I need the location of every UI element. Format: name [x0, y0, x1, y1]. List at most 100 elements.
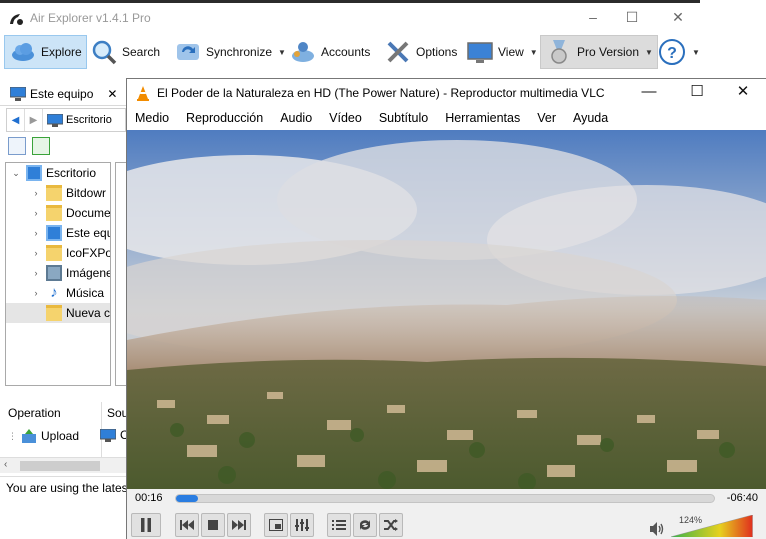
loop-button[interactable]: [353, 513, 377, 537]
close-button[interactable]: ✕: [734, 83, 752, 101]
vlc-cone-icon: [137, 86, 149, 101]
tree-item[interactable]: ⌄ Escritorio: [6, 163, 110, 183]
tree-item[interactable]: › ♪ Música: [6, 283, 110, 303]
search-button[interactable]: Search: [86, 35, 164, 69]
back-arrow-icon[interactable]: ◀: [7, 109, 25, 131]
tree-item-label: Escritorio: [46, 166, 97, 180]
synchronize-button[interactable]: Synchronize ▼: [170, 35, 290, 69]
tab-este-equipo[interactable]: Este equipo ✕: [4, 82, 126, 106]
ae-toolbar: Explore Search Synchronize ▼ Accounts Op…: [0, 32, 700, 72]
upload-icon: [22, 429, 36, 443]
close-button[interactable]: ✕: [670, 9, 686, 25]
path-bar[interactable]: ◀ ▶ Escritorio: [6, 108, 126, 132]
operation-row[interactable]: ⋮ Upload: [8, 428, 79, 444]
menu-video[interactable]: Vídeo: [329, 111, 362, 125]
explore-button[interactable]: Explore: [4, 35, 87, 69]
tree-item-label: IcoFXPo: [66, 246, 111, 260]
tree-item[interactable]: › Bitdowr: [6, 183, 110, 203]
menu-subtitulo[interactable]: Subtítulo: [379, 111, 428, 125]
next-icon: [232, 520, 246, 530]
forward-arrow-icon[interactable]: ▶: [25, 109, 43, 131]
vlc-window: El Poder de la Naturaleza en HD (The Pow…: [126, 78, 766, 539]
cloud-icon: [12, 43, 34, 61]
chevron-right-icon[interactable]: ›: [30, 228, 42, 238]
tab-label: Este equipo: [30, 87, 94, 101]
maximize-button[interactable]: ☐: [688, 83, 706, 101]
tree-item[interactable]: › Este equ: [6, 223, 110, 243]
help-button[interactable]: ? ▼: [654, 35, 704, 69]
chevron-down-icon: ▼: [529, 47, 538, 57]
tree-item[interactable]: Nueva c: [6, 303, 111, 323]
shuffle-icon: [384, 519, 398, 531]
chevron-right-icon[interactable]: ›: [30, 288, 42, 298]
tree-item-label: Nueva c: [66, 306, 111, 320]
music-note-icon: ♪: [50, 284, 58, 301]
video-frame[interactable]: [127, 130, 766, 489]
playlist-button[interactable]: [327, 513, 351, 537]
seek-bar[interactable]: [175, 494, 715, 503]
pro-version-button[interactable]: Pro Version ▼: [540, 35, 658, 69]
tree-view-button[interactable]: [8, 137, 26, 155]
remaining-time[interactable]: -06:40: [727, 492, 758, 504]
vlc-controls: 00:16 -06:40 124%: [127, 489, 766, 539]
minimize-button[interactable]: –: [585, 9, 601, 25]
tree-item[interactable]: › Docume: [6, 203, 111, 223]
operations-panel: Operation Sou ⋮ Upload C: [0, 402, 129, 457]
operation-column-header[interactable]: Operation: [8, 406, 61, 420]
video-image: [127, 130, 766, 489]
chevron-right-icon[interactable]: ›: [30, 208, 42, 218]
chevron-down-icon[interactable]: ⌄: [10, 168, 22, 179]
chevron-right-icon[interactable]: ›: [30, 268, 42, 278]
status-bar: You are using the latest: [0, 476, 126, 498]
computer-icon: [47, 113, 63, 127]
tree-item[interactable]: › IcoFXPo: [6, 243, 111, 263]
options-button[interactable]: Options: [380, 35, 461, 69]
accounts-icon: [292, 42, 314, 62]
help-icon: ?: [659, 39, 685, 65]
add-folder-button[interactable]: [32, 137, 50, 155]
fullscreen-button[interactable]: [264, 513, 288, 537]
menu-reproduccion[interactable]: Reproducción: [186, 111, 263, 125]
tree-item-label: Docume: [66, 206, 111, 220]
shuffle-button[interactable]: [379, 513, 403, 537]
pause-button[interactable]: [131, 513, 161, 537]
view-button[interactable]: View ▼: [462, 35, 542, 69]
folder-icon: [46, 185, 62, 201]
loop-icon: [359, 520, 371, 530]
sync-icon: [177, 44, 199, 60]
accounts-button[interactable]: Accounts: [285, 35, 374, 69]
chevron-right-icon[interactable]: ›: [30, 248, 42, 258]
menu-ayuda[interactable]: Ayuda: [573, 111, 608, 125]
elapsed-time: 00:16: [135, 492, 163, 504]
maximize-button[interactable]: ☐: [624, 9, 640, 25]
air-explorer-logo-icon: [10, 14, 23, 25]
extended-settings-button[interactable]: [290, 513, 314, 537]
tree-item[interactable]: › Imágene: [6, 263, 110, 283]
scroll-thumb[interactable]: [20, 461, 100, 471]
chevron-down-icon: ▼: [692, 47, 700, 57]
menu-herramientas[interactable]: Herramientas: [445, 111, 520, 125]
scroll-left-icon[interactable]: ‹: [4, 459, 7, 470]
menu-ver[interactable]: Ver: [537, 111, 556, 125]
horizontal-scrollbar[interactable]: ‹: [0, 457, 126, 473]
previous-icon: [180, 520, 194, 530]
minimize-button[interactable]: —: [640, 83, 658, 101]
computer-icon: [26, 165, 42, 181]
chevron-right-icon[interactable]: ›: [30, 188, 42, 198]
vlc-titlebar: El Poder de la Naturaleza en HD (The Pow…: [127, 79, 766, 106]
close-icon[interactable]: ✕: [107, 87, 117, 101]
previous-button[interactable]: [175, 513, 199, 537]
explore-label: Explore: [41, 45, 82, 59]
magnifier-icon: [92, 40, 117, 65]
menu-medio[interactable]: Medio: [135, 111, 169, 125]
next-button[interactable]: [227, 513, 251, 537]
menu-audio[interactable]: Audio: [280, 111, 312, 125]
path-crumb[interactable]: Escritorio: [43, 113, 112, 127]
monitor-icon: [467, 42, 493, 63]
stop-button[interactable]: [201, 513, 225, 537]
speaker-icon[interactable]: [649, 521, 665, 537]
search-label: Search: [122, 45, 161, 59]
folder-icon: [46, 245, 62, 261]
folder-icon: [46, 205, 62, 221]
synchronize-label: Synchronize: [206, 45, 273, 59]
